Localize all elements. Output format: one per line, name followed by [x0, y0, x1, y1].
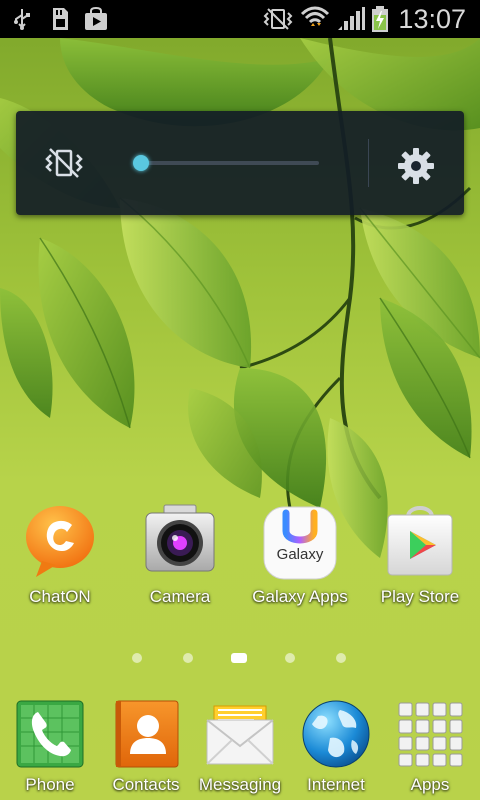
- app-label: Camera: [149, 587, 211, 606]
- vibrate-mute-icon[interactable]: [42, 145, 86, 181]
- dock-apps[interactable]: Apps: [382, 698, 478, 795]
- app-label: ChatON: [29, 587, 91, 606]
- page-dot[interactable]: [183, 653, 193, 663]
- page-dot-active[interactable]: [231, 653, 247, 663]
- app-play-store[interactable]: Play Store: [360, 503, 480, 607]
- apps-grid-icon: [394, 698, 466, 770]
- page-dot[interactable]: [336, 653, 346, 663]
- galaxy-apps-icon: Galaxy: [260, 503, 340, 583]
- chaton-icon: [20, 503, 100, 583]
- dock-phone[interactable]: Phone: [2, 698, 98, 795]
- shopping-bag-icon: [82, 6, 110, 32]
- wifi-icon: [300, 6, 330, 32]
- page-dot[interactable]: [132, 653, 142, 663]
- clock: 13:07: [398, 4, 466, 34]
- battery-charging-icon: [368, 6, 392, 32]
- dock-internet[interactable]: Internet: [288, 698, 384, 795]
- dock-messaging[interactable]: Messaging: [192, 698, 288, 795]
- app-chaton[interactable]: ChatON: [0, 503, 120, 607]
- globe-icon: [300, 698, 372, 770]
- phone-icon: [14, 698, 86, 770]
- status-bar[interactable]: 13:07: [0, 0, 480, 38]
- app-label: Play Store: [380, 587, 460, 606]
- app-galaxy-apps[interactable]: Galaxy Galaxy Apps: [240, 503, 360, 607]
- volume-slider-thumb[interactable]: [133, 155, 150, 171]
- app-label: Internet: [307, 775, 365, 794]
- app-label: Phone: [25, 775, 75, 794]
- contacts-icon: [110, 698, 182, 770]
- signal-icon: [336, 6, 366, 32]
- camera-icon: [140, 503, 220, 583]
- volume-slider[interactable]: [133, 155, 319, 171]
- volume-panel[interactable]: [16, 111, 464, 215]
- svg-text:Galaxy: Galaxy: [277, 546, 324, 563]
- vibrate-icon: [262, 6, 294, 32]
- app-label: Contacts: [112, 775, 180, 794]
- divider: [368, 139, 369, 187]
- gear-icon[interactable]: [396, 146, 436, 186]
- messaging-icon: [204, 698, 276, 770]
- dock: Phone Contacts Messaging Internet Apps: [0, 690, 480, 800]
- usb-icon: [8, 6, 36, 32]
- app-label: Galaxy Apps: [252, 587, 348, 606]
- page-dot[interactable]: [285, 653, 295, 663]
- page-indicator[interactable]: [0, 651, 480, 665]
- app-camera[interactable]: Camera: [120, 503, 240, 607]
- dock-contacts[interactable]: Contacts: [98, 698, 194, 795]
- sd-card-icon: [46, 6, 74, 32]
- app-label: Apps: [410, 775, 450, 794]
- play-store-icon: [380, 503, 460, 583]
- app-label: Messaging: [198, 775, 282, 794]
